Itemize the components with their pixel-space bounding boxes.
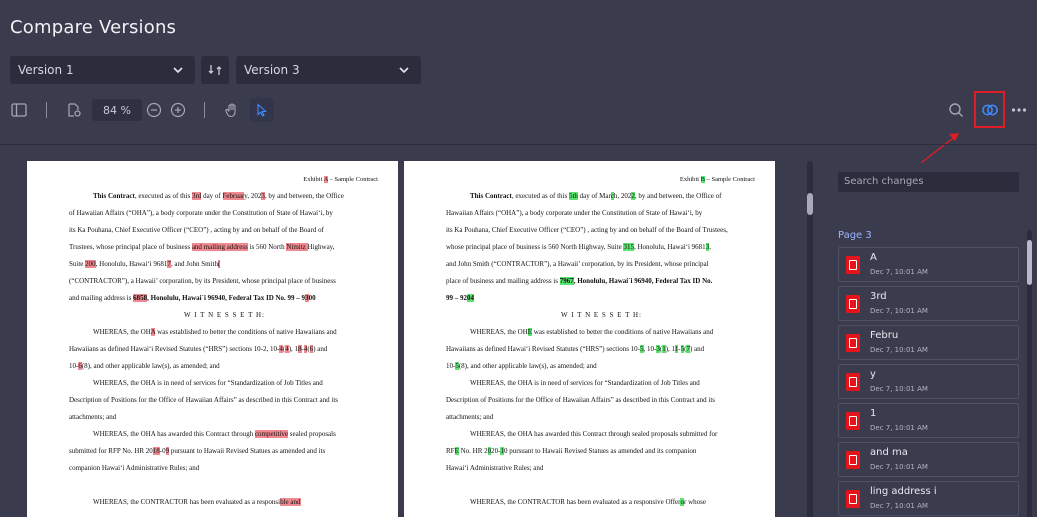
swap-versions-button[interactable] bbox=[201, 56, 229, 84]
contract-text: This Contract, executed as of this 3rd d… bbox=[69, 192, 344, 506]
overlap-circles-icon bbox=[981, 104, 998, 115]
toggle-sidebar-button[interactable] bbox=[9, 100, 29, 120]
left-document-page: Exhibit A – Sample Contract This Contrac… bbox=[27, 161, 398, 517]
sidebar-panel-icon bbox=[11, 103, 27, 117]
left-version-select[interactable]: Version 1 bbox=[10, 56, 195, 84]
swap-icon bbox=[208, 65, 222, 75]
more-dots-icon bbox=[1011, 108, 1027, 112]
zoom-in-button[interactable] bbox=[168, 100, 188, 120]
changes-scrollbar[interactable] bbox=[1027, 230, 1032, 517]
contract-text: This Contract, executed as of this 5th d… bbox=[446, 192, 728, 506]
right-version-select[interactable]: Version 3 bbox=[236, 56, 421, 84]
pan-tool-button[interactable] bbox=[222, 100, 242, 120]
zoom-in-icon bbox=[170, 102, 186, 118]
compare-overlay-button[interactable] bbox=[974, 91, 1005, 128]
document-scrollbar[interactable] bbox=[807, 161, 813, 517]
pdf-icon bbox=[846, 256, 860, 274]
change-item[interactable]: y Dec 7, 10:01 AM bbox=[838, 364, 1019, 399]
annotation-arrow bbox=[920, 133, 959, 164]
pdf-icon bbox=[846, 295, 860, 313]
chevron-down-icon bbox=[173, 67, 183, 74]
change-item[interactable]: A Dec 7, 10:01 AM bbox=[838, 247, 1019, 282]
pdf-icon bbox=[846, 451, 860, 469]
change-item[interactable]: and ma Dec 7, 10:01 AM bbox=[838, 442, 1019, 477]
pdf-icon bbox=[846, 490, 860, 508]
more-options-button[interactable] bbox=[1009, 100, 1029, 120]
cursor-arrow-icon bbox=[257, 103, 267, 117]
pdf-icon bbox=[846, 334, 860, 352]
hand-icon bbox=[225, 103, 236, 118]
changes-scrollbar-thumb[interactable] bbox=[1027, 240, 1032, 285]
right-document-page: Exhibit B – Sample Contract This Contrac… bbox=[404, 161, 775, 517]
search-icon bbox=[949, 103, 964, 118]
exhibit-header: Exhibit B – Sample Contract bbox=[679, 176, 755, 183]
search-changes-input[interactable]: Search changes bbox=[838, 172, 1019, 192]
toolbar-divider bbox=[204, 102, 205, 118]
chevron-down-icon bbox=[399, 67, 409, 74]
document-scrollbar-thumb[interactable] bbox=[807, 193, 813, 215]
right-version-label: Version 3 bbox=[244, 63, 300, 77]
zoom-out-button[interactable] bbox=[144, 100, 164, 120]
left-version-label: Version 1 bbox=[18, 63, 74, 77]
change-item[interactable]: ling address i Dec 7, 10:01 AM bbox=[838, 481, 1019, 516]
page-title: Compare Versions bbox=[10, 17, 177, 38]
change-item[interactable]: 3rd Dec 7, 10:01 AM bbox=[838, 286, 1019, 321]
pdf-icon bbox=[846, 373, 860, 391]
change-item[interactable]: Febru Dec 7, 10:01 AM bbox=[838, 325, 1019, 360]
search-button[interactable] bbox=[946, 100, 966, 120]
change-item[interactable]: 1 Dec 7, 10:01 AM bbox=[838, 403, 1019, 438]
toolbar-divider bbox=[46, 102, 47, 118]
page-gear-icon bbox=[68, 103, 81, 117]
exhibit-header: Exhibit A – Sample Contract bbox=[303, 176, 378, 183]
zoom-level[interactable]: 84 % bbox=[92, 99, 142, 121]
page-settings-button[interactable] bbox=[64, 100, 84, 120]
changes-page-header: Page 3 bbox=[838, 230, 872, 241]
zoom-out-icon bbox=[146, 102, 162, 118]
toolbar-bottom-divider bbox=[0, 144, 1037, 145]
select-tool-button[interactable] bbox=[250, 98, 274, 122]
changes-list: A Dec 7, 10:01 AM 3rd Dec 7, 10:01 AM Febr… bbox=[838, 247, 1019, 517]
pdf-icon bbox=[846, 412, 860, 430]
